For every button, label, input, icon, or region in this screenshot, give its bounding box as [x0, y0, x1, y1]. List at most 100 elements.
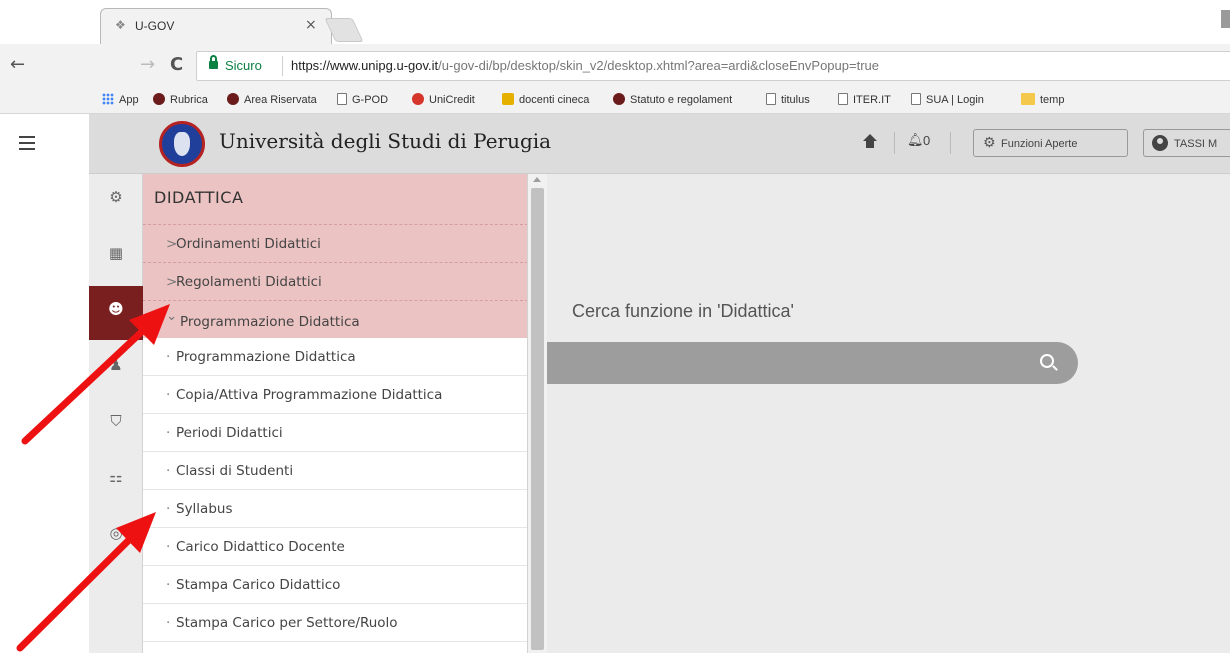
url-text[interactable]: https://www.unipg.u-gov.it/u-gov-di/bp/d…: [291, 58, 879, 73]
menu-item-carico-docente[interactable]: · Carico Didattico Docente: [143, 528, 527, 566]
menu-item-copia-attiva[interactable]: · Copia/Attiva Programmazione Didattica: [143, 376, 527, 414]
bookmark-temp[interactable]: temp: [1021, 93, 1064, 106]
address-bar[interactable]: Sicuro https://www.unipg.u-gov.it/u-gov-…: [196, 51, 1230, 81]
bookmark-g-pod[interactable]: G-POD: [337, 93, 388, 106]
gears-icon: ⚙: [109, 188, 123, 206]
menu-scrollbar[interactable]: [528, 174, 547, 653]
menu-section-regolamenti[interactable]: > Regolamenti Didattici: [143, 262, 527, 300]
hamburger-menu-button[interactable]: [0, 114, 89, 174]
fingerprint-icon: ◎: [109, 524, 123, 542]
browser-toolbar: ← → C Sicuro https://www.unipg.u-gov.it/…: [0, 44, 1230, 88]
window-control-icon[interactable]: [1221, 10, 1230, 28]
menu-section-programmazione[interactable]: ⌄ Programmazione Didattica: [143, 300, 527, 338]
bullet: ·: [166, 387, 171, 403]
search-label: Cerca funzione in 'Didattica': [572, 301, 794, 321]
user-name: TASSI M: [1174, 138, 1218, 150]
open-functions-label: Funzioni Aperte: [1001, 138, 1078, 150]
home-icon[interactable]: [863, 134, 877, 148]
function-search-input[interactable]: [567, 350, 1007, 376]
page-icon: [838, 93, 848, 105]
chart-icon: ▦: [108, 244, 124, 262]
bookmark-titulus[interactable]: titulus: [766, 93, 810, 106]
forward-arrow-icon[interactable]: →: [140, 54, 155, 75]
scroll-up-arrow-icon[interactable]: [533, 177, 541, 182]
menu-header: DIDATTICA: [143, 174, 527, 224]
person-icon: ♟: [109, 356, 123, 374]
rail-item-security[interactable]: ⛉: [89, 398, 143, 452]
search-icon[interactable]: [1040, 354, 1054, 368]
unipg-favicon-icon: [153, 93, 165, 105]
bookmark-sua-login[interactable]: SUA | Login: [911, 93, 984, 106]
bookmark-unicredit[interactable]: UniCredit: [412, 93, 475, 106]
rail-item-identity[interactable]: ◎: [89, 510, 143, 564]
menu-item-label: Periodi Didattici: [176, 425, 283, 441]
shield-check-icon: ⛉: [110, 412, 122, 430]
rail-item-people[interactable]: ♟: [89, 342, 143, 396]
user-menu-button[interactable]: TASSI M: [1143, 129, 1230, 157]
bookmark-docenti-cineca[interactable]: docenti cineca: [502, 93, 589, 106]
page-icon: [766, 93, 776, 105]
bookmarks-bar: App Rubrica Area Riservata G-POD UniCred…: [0, 88, 1230, 114]
bookmark-area-riservata[interactable]: Area Riservata: [227, 93, 317, 106]
page-icon: [911, 93, 921, 105]
university-name: Università degli Studi di Perugia: [219, 129, 552, 153]
menu-item-label: Classi di Studenti: [176, 463, 294, 479]
gear-icon: ⚙: [983, 135, 996, 151]
menu-item-label: Stampa Carico Didattico: [176, 577, 341, 593]
ugov-favicon-icon: ❖: [115, 18, 126, 32]
menu-item-label: Syllabus: [176, 501, 233, 517]
bullet: ·: [166, 501, 171, 517]
apps-grid-icon: [102, 93, 114, 105]
rail-item-configuration[interactable]: ⚙: [89, 174, 143, 228]
reload-icon[interactable]: C: [170, 54, 183, 75]
back-arrow-icon[interactable]: ←: [10, 54, 25, 75]
bullet: ·: [166, 539, 171, 555]
bell-icon[interactable]: 🔔︎: [907, 133, 924, 148]
menu-title: DIDATTICA: [154, 188, 244, 207]
menu-item-stampa-settore[interactable]: · Stampa Carico per Settore/Ruolo: [143, 604, 527, 642]
app-header: Università degli Studi di Perugia 🔔︎ 0 ⚙…: [89, 114, 1230, 174]
folder-icon: [1021, 93, 1035, 105]
menu-item-syllabus[interactable]: · Syllabus: [143, 490, 527, 528]
menu-item-label: Copia/Attiva Programmazione Didattica: [176, 387, 443, 403]
bullet: ·: [166, 349, 171, 365]
didattica-menu: DIDATTICA > Ordinamenti Didattici > Rego…: [143, 174, 528, 653]
function-search-bar[interactable]: [547, 342, 1078, 384]
unipg-favicon-icon: [227, 93, 239, 105]
menu-section-label: Programmazione Didattica: [180, 314, 360, 330]
head-icon: ☻: [108, 300, 124, 318]
chevron-down-icon: ⌄: [166, 308, 178, 324]
user-icon: [1152, 135, 1168, 151]
open-functions-button[interactable]: ⚙ Funzioni Aperte: [973, 129, 1128, 157]
tab-title: U-GOV: [135, 19, 175, 33]
url-divider: [282, 56, 283, 76]
bullet: ·: [166, 425, 171, 441]
bullet: ·: [166, 577, 171, 593]
menu-item-periodi-didattici[interactable]: · Periodi Didattici: [143, 414, 527, 452]
bookmark-app[interactable]: App: [102, 93, 139, 106]
tab-close-icon[interactable]: ×: [305, 17, 317, 33]
menu-item-classi-studenti[interactable]: · Classi di Studenti: [143, 452, 527, 490]
browser-tab-strip: ❖ U-GOV ×: [0, 0, 1230, 44]
rail-item-settings[interactable]: ⚏: [89, 454, 143, 508]
unipg-favicon-icon: [613, 93, 625, 105]
url-host: https://www.unipg.u-gov.it: [291, 58, 439, 73]
secure-label: Sicuro: [225, 58, 262, 73]
bullet: ·: [166, 615, 171, 631]
browser-tab[interactable]: ❖ U-GOV ×: [100, 8, 332, 44]
menu-section-ordinamenti[interactable]: > Ordinamenti Didattici: [143, 224, 527, 262]
scrollbar-thumb[interactable]: [531, 188, 544, 650]
header-divider: [894, 132, 895, 154]
bookmark-rubrica[interactable]: Rubrica: [153, 93, 208, 106]
rail-item-didattica[interactable]: ☻: [89, 286, 143, 340]
hamburger-icon: [19, 136, 35, 150]
rail-item-analytics[interactable]: ▦: [89, 230, 143, 284]
menu-item-stampa-carico[interactable]: · Stampa Carico Didattico: [143, 566, 527, 604]
bullet: ·: [166, 463, 171, 479]
header-divider: [950, 132, 951, 154]
university-logo: [159, 121, 205, 167]
menu-item-programmazione-didattica[interactable]: · Programmazione Didattica: [143, 338, 527, 376]
lock-icon: [209, 55, 218, 70]
bookmark-iter-it[interactable]: ITER.IT: [838, 93, 891, 106]
bookmark-statuto[interactable]: Statuto e regolament: [613, 93, 732, 106]
